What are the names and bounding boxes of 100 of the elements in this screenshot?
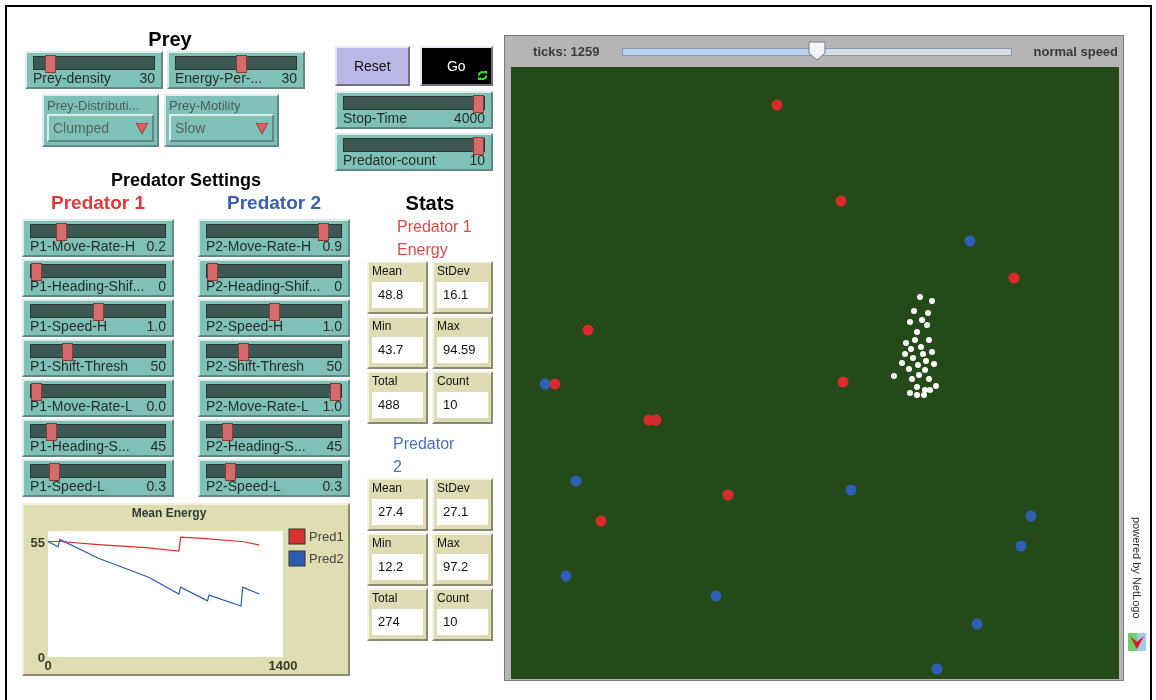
slider-value: 30: [139, 70, 155, 87]
slider-label: P1-Speed-L: [30, 478, 105, 495]
predator-dot: [722, 489, 734, 501]
slider-track[interactable]: [206, 304, 342, 318]
slider-label: P2-Heading-Shif...: [206, 278, 321, 295]
slider-value: 45: [326, 438, 342, 455]
slider-label: P2-Speed-L: [206, 478, 281, 495]
monitor-value: 274: [372, 609, 423, 635]
slider-track[interactable]: [30, 264, 166, 278]
slider-thumb[interactable]: [44, 55, 56, 73]
slider-thumb[interactable]: [45, 423, 57, 441]
slider-label: P2-Speed-H: [206, 318, 284, 335]
prey-dot: [891, 373, 898, 379]
slider-label: Energy-Per-...: [175, 70, 263, 87]
dropdown-triangle-icon: [136, 122, 148, 134]
slider-label: Stop-Time: [343, 110, 408, 127]
prey-dot: [911, 308, 918, 314]
ticks-counter: ticks: 1259: [533, 42, 600, 61]
slider-track[interactable]: [30, 384, 166, 398]
slider-track[interactable]: [175, 56, 297, 70]
slider-thumb[interactable]: [221, 423, 233, 441]
predator-dot: [1025, 510, 1037, 522]
slider-thumb[interactable]: [330, 383, 341, 401]
speed-slider[interactable]: [621, 40, 1012, 63]
slider-label: Predator-count: [343, 152, 436, 169]
monitor-value: 43.7: [372, 337, 423, 363]
slider-thumb[interactable]: [55, 223, 67, 241]
predator-dot: [539, 378, 551, 390]
slider-track[interactable]: [30, 304, 166, 318]
monitor-label: Max: [437, 319, 461, 334]
slider-track[interactable]: [30, 424, 166, 438]
section-title: Prey: [147, 27, 193, 51]
monitor-label: Count: [437, 374, 471, 389]
slider-track[interactable]: [343, 138, 485, 152]
slider-track[interactable]: [33, 56, 155, 70]
slider-track[interactable]: [206, 424, 342, 438]
slider-label: P1-Heading-S...: [30, 438, 130, 455]
prey-dot: [929, 349, 936, 355]
slider-thumb[interactable]: [473, 137, 484, 155]
dropdown-triangle-icon: [256, 122, 268, 134]
slider-thumb[interactable]: [225, 463, 237, 481]
slider-thumb[interactable]: [207, 263, 218, 281]
predator-dot: [1015, 540, 1027, 552]
slider-value: 10: [469, 152, 485, 169]
slider-value: 1.0: [146, 318, 166, 335]
slider-thumb[interactable]: [49, 463, 61, 481]
slider-track[interactable]: [206, 464, 342, 478]
section-title: Predator Settings: [110, 169, 262, 191]
predator-dot: [837, 376, 849, 388]
slider-track[interactable]: [30, 464, 166, 478]
slider-value: 0: [158, 278, 166, 295]
slider-thumb[interactable]: [92, 303, 104, 321]
slider-thumb[interactable]: [31, 263, 42, 281]
netlogo-logo-icon: [1128, 632, 1146, 651]
powered-by-label: powered by NetLogo: [1130, 517, 1145, 619]
slider-track[interactable]: [30, 224, 166, 238]
slider-track[interactable]: [30, 344, 166, 358]
group-title: Predator 1: [50, 191, 146, 215]
slider-value: 0.2: [146, 238, 166, 255]
axis-tick-label: 1400: [268, 658, 298, 671]
monitor-value: 48.8: [372, 282, 423, 308]
slider-thumb[interactable]: [237, 343, 249, 361]
monitor-label: Min: [372, 536, 393, 551]
monitor-value: 27.4: [372, 499, 423, 525]
slider-track[interactable]: [206, 384, 342, 398]
predator-dot: [595, 515, 607, 527]
slider-thumb[interactable]: [61, 343, 73, 361]
predator-dot: [549, 378, 561, 390]
slider-track[interactable]: [206, 224, 342, 238]
slider-track[interactable]: [343, 96, 485, 110]
group-title: Predator 1 Energy: [396, 217, 473, 260]
slider-label: Prey-density: [33, 70, 111, 87]
slider-label: P1-Speed-H: [30, 318, 108, 335]
slider-label: P2-Shift-Thresh: [206, 358, 305, 375]
predator-dot: [964, 235, 976, 247]
reset-button[interactable]: Reset: [335, 46, 410, 86]
slider-label: P1-Move-Rate-H: [30, 238, 136, 255]
slider-thumb[interactable]: [473, 95, 484, 113]
slider-track[interactable]: [206, 344, 342, 358]
monitor-label: Max: [437, 536, 461, 551]
slider-thumb[interactable]: [268, 303, 280, 321]
chooser-label: Prey-Motility: [169, 97, 242, 114]
monitor-label: Mean: [372, 481, 404, 496]
monitor-label: StDev: [437, 264, 471, 279]
go-button[interactable]: Go: [419, 46, 493, 86]
slider-value: 1.0: [322, 318, 342, 335]
predator-dot: [570, 475, 582, 487]
prey-dot: [914, 329, 921, 335]
slider-track[interactable]: [206, 264, 342, 278]
slider-value: 4000: [453, 110, 485, 127]
slider-thumb[interactable]: [807, 40, 826, 61]
slider-thumb[interactable]: [317, 223, 329, 241]
slider-thumb[interactable]: [31, 383, 42, 401]
slider-thumb[interactable]: [235, 55, 247, 73]
predator-dot: [710, 590, 722, 602]
repeat-arrows-icon: [477, 70, 488, 81]
predator-dot: [771, 99, 783, 111]
slider-label: P1-Move-Rate-L: [30, 398, 133, 415]
prey-dot: [907, 319, 914, 325]
monitor-value: 27.1: [437, 499, 488, 525]
